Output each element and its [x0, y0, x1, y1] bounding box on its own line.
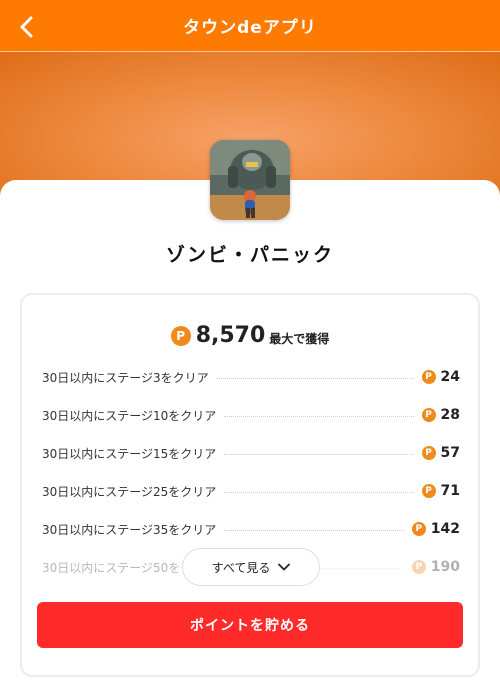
point-coin-icon: P — [421, 446, 436, 460]
chevron-left-icon — [20, 16, 33, 38]
task-points: 28 — [440, 407, 460, 423]
task-points: 57 — [440, 445, 460, 461]
point-coin-icon: P — [421, 408, 436, 422]
point-coin-icon: P — [421, 370, 436, 384]
points-card: P 8,570 最大で獲得 30日以内にステージ3をクリア P 24 30日以内に… — [20, 293, 480, 677]
total-points: P 8,570 最大で獲得 — [22, 323, 478, 348]
total-points-value: 8,570 — [195, 323, 266, 348]
task-points: 24 — [440, 369, 460, 385]
point-coin-icon: P — [411, 560, 426, 574]
dotted-leader — [224, 529, 404, 531]
task-label: 30日以内にステージ3をクリア — [42, 370, 209, 385]
task-row: 30日以内にステージ3をクリア P 24 — [42, 367, 460, 387]
app-icon — [210, 140, 290, 220]
task-row: 30日以内にステージ15をクリア P 57 — [42, 443, 460, 463]
task-label: 30日以内にステージ25をクリア — [42, 484, 217, 499]
dotted-leader — [216, 377, 414, 379]
point-coin-icon: P — [421, 484, 436, 498]
total-points-suffix: 最大で獲得 — [269, 332, 330, 346]
back-button[interactable] — [12, 12, 42, 42]
see-all-button[interactable]: すべて見る — [182, 548, 320, 586]
task-row: 30日以内にステージ35をクリア P 142 — [42, 519, 460, 539]
see-all-label: すべて見る — [211, 560, 271, 575]
task-label: 30日以内にステージ10をクリア — [42, 408, 217, 423]
dotted-leader — [224, 415, 414, 417]
task-label: 30日以内にステージ15をクリア — [42, 446, 217, 461]
task-points: 142 — [430, 521, 460, 537]
point-coin-icon: P — [170, 325, 191, 346]
app-name: ゾンビ・パニック — [165, 244, 334, 266]
task-points: 190 — [430, 559, 460, 575]
earn-points-button[interactable]: ポイントを貯める — [37, 602, 463, 648]
header-title: タウンdeアプリ — [183, 18, 317, 38]
chevron-down-icon — [278, 563, 291, 571]
point-coin-icon: P — [411, 522, 426, 536]
task-points: 71 — [440, 483, 460, 499]
app-header: タウンdeアプリ — [0, 0, 500, 52]
task-row: 30日以内にステージ10をクリア P 28 — [42, 405, 460, 425]
dotted-leader — [224, 453, 414, 455]
dotted-leader — [224, 491, 414, 493]
task-label: 30日以内にステージ35をクリア — [42, 522, 217, 537]
task-row: 30日以内にステージ25をクリア P 71 — [42, 481, 460, 501]
